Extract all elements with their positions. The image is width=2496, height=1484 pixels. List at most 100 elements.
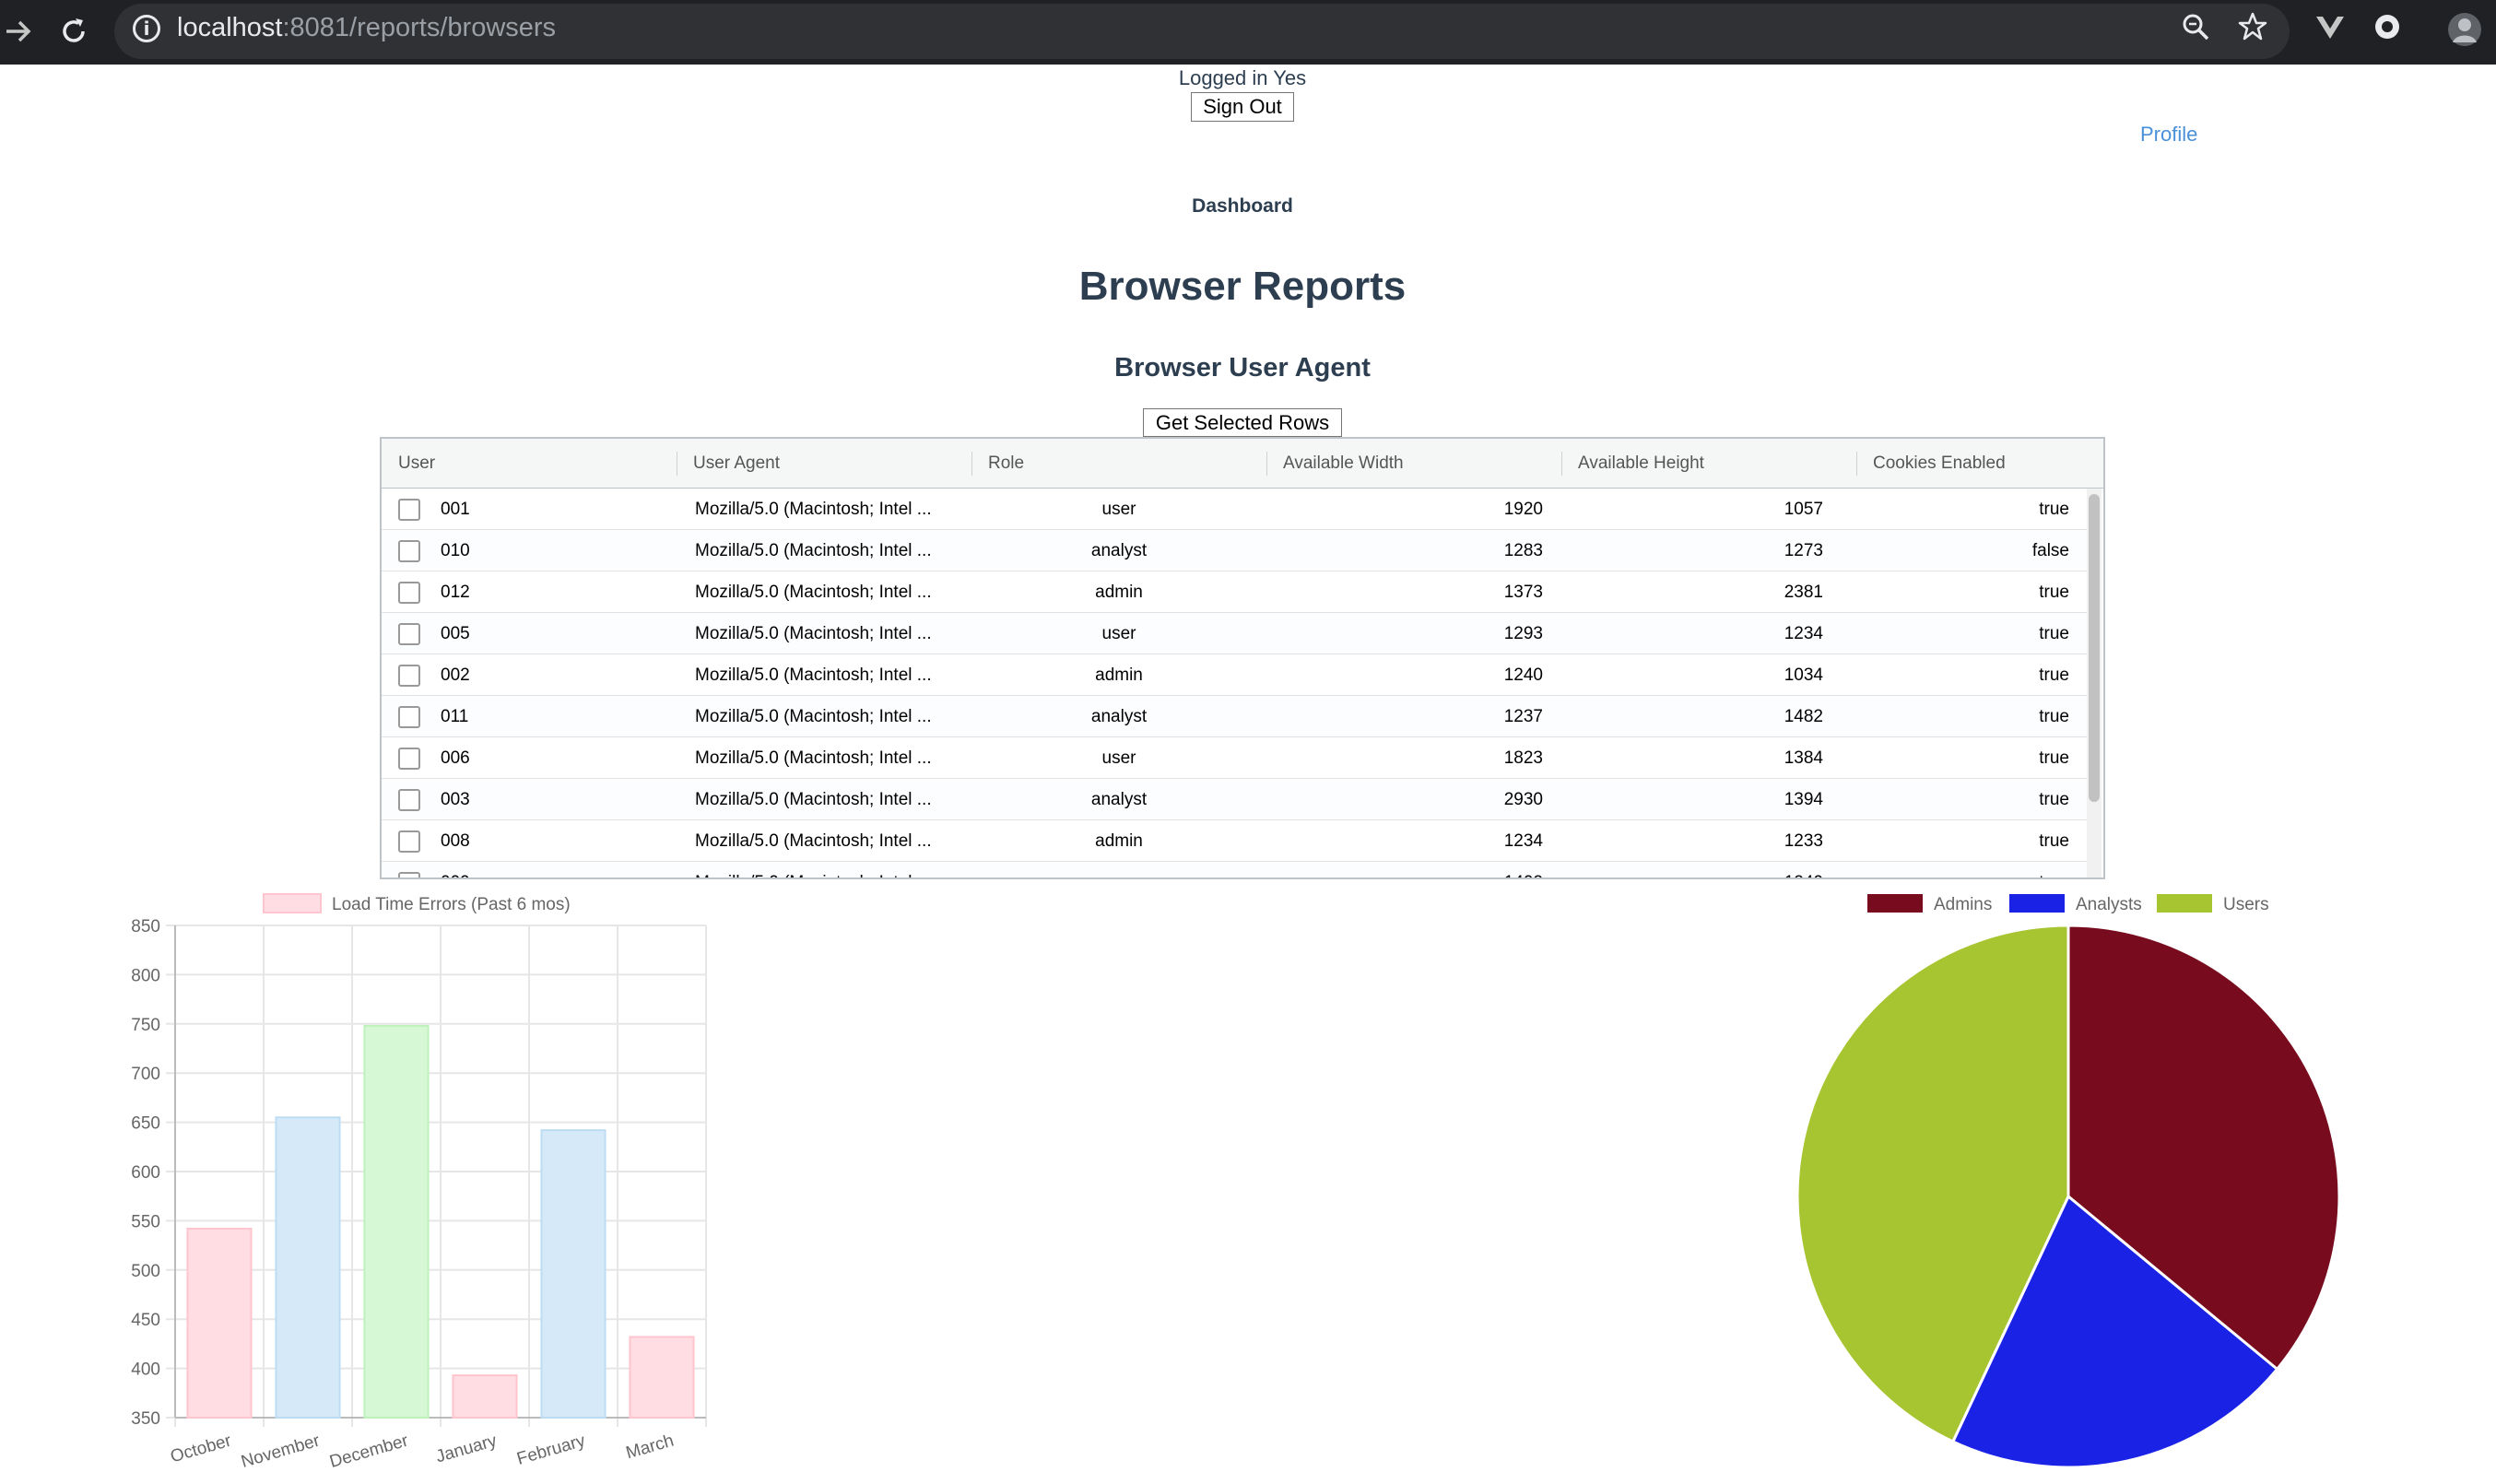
cell-cookies-enabled: true	[2039, 500, 2069, 519]
profile-link[interactable]: Profile	[2140, 123, 2197, 147]
y-tick-label: 550	[131, 1212, 160, 1231]
table-row[interactable]: 010 Mozilla/5.0 (Macintosh; Intel ... anal…	[382, 530, 2089, 571]
y-tick-label: 450	[131, 1311, 160, 1330]
y-tick-label: 750	[131, 1016, 160, 1035]
legend-label-analysts: Analysts	[2076, 895, 2142, 914]
cell-role: analyst	[1090, 541, 1148, 560]
cell-available-width: 1234	[1503, 831, 1543, 851]
profile-avatar-icon[interactable]	[2444, 11, 2485, 52]
cell-available-height: 1034	[1784, 665, 1823, 685]
reload-icon[interactable]	[55, 13, 92, 50]
url-text[interactable]: localhost:8081/reports/browsers	[177, 13, 556, 43]
site-info-icon[interactable]: i	[133, 15, 160, 42]
table-row[interactable]: 002 Mozilla/5.0 (Macintosh; Intel ... admi…	[382, 654, 2089, 696]
row-checkbox[interactable]	[398, 872, 420, 877]
cell-available-height: 1273	[1784, 541, 1823, 560]
legend-label-admins: Admins	[1934, 895, 1992, 914]
row-checkbox[interactable]	[398, 582, 420, 604]
table-row[interactable]: 005 Mozilla/5.0 (Macintosh; Intel ... user…	[382, 613, 2089, 654]
row-checkbox[interactable]	[398, 665, 420, 687]
y-tick-label: 850	[131, 917, 160, 936]
extension-icon[interactable]	[2369, 11, 2406, 52]
cell-user: 009	[441, 862, 625, 877]
row-checkbox[interactable]	[398, 623, 420, 645]
cell-available-height: 1384	[1784, 748, 1823, 768]
bar-december	[363, 1024, 430, 1419]
column-header-role[interactable]: Role	[971, 439, 1266, 489]
zoom-icon[interactable]	[2177, 11, 2214, 52]
row-checkbox[interactable]	[398, 540, 420, 562]
cell-available-width: 1240	[1503, 665, 1543, 685]
cell-available-height: 2381	[1784, 583, 1823, 602]
cell-cookies-enabled: true	[2039, 707, 2069, 726]
y-tick-label: 700	[131, 1065, 160, 1084]
get-selected-rows-button[interactable]: Get Selected Rows	[1143, 408, 1342, 437]
cell-user-agent: Mozilla/5.0 (Macintosh; Intel ...	[695, 665, 932, 685]
row-checkbox[interactable]	[398, 748, 420, 770]
table-row[interactable]: 001 Mozilla/5.0 (Macintosh; Intel ... user…	[382, 489, 2089, 530]
pie-chart-svg: Admins Analysts Users	[1795, 894, 2341, 1469]
sign-out-button[interactable]: Sign Out	[1191, 92, 1294, 122]
legend-swatch-users	[2157, 894, 2212, 913]
cell-user-agent: Mozilla/5.0 (Macintosh; Intel ...	[695, 748, 932, 768]
row-checkbox[interactable]	[398, 499, 420, 521]
column-header-available-width[interactable]: Available Width	[1266, 439, 1561, 489]
cell-available-width: 1823	[1503, 748, 1543, 768]
load-time-errors-chart: Load Time Errors (Past 6 mos) 350 400 450 50…	[111, 885, 719, 1475]
cell-available-height: 1057	[1784, 500, 1823, 519]
bookmark-star-icon[interactable]	[2234, 11, 2271, 52]
page-title: Browser Reports	[1078, 264, 1407, 309]
cell-user-agent: Mozilla/5.0 (Macintosh; Intel ...	[695, 583, 932, 602]
cell-available-height: 1233	[1784, 831, 1823, 851]
x-tick-label: January	[434, 1431, 500, 1466]
table-row[interactable]: 003 Mozilla/5.0 (Macintosh; Intel ... anal…	[382, 779, 2089, 820]
row-checkbox[interactable]	[398, 830, 420, 853]
cell-user-agent: Mozilla/5.0 (Macintosh; Intel ...	[695, 500, 932, 519]
y-tick-label: 650	[131, 1114, 160, 1134]
cell-user: 010	[441, 541, 470, 560]
vue-devtools-icon[interactable]	[2312, 11, 2349, 52]
cell-user: 002	[441, 665, 470, 685]
row-checkbox[interactable]	[398, 789, 420, 811]
column-header-user[interactable]: User	[382, 439, 677, 489]
cell-available-width: 1920	[1503, 500, 1543, 519]
cell-role: analyst	[1090, 707, 1148, 726]
cell-role: user	[1101, 748, 1136, 768]
table-row[interactable]: 011 Mozilla/5.0 (Macintosh; Intel ... anal…	[382, 696, 2089, 737]
cell-role: admin	[1095, 583, 1143, 602]
bar-chart-svg: Load Time Errors (Past 6 mos) 350 400 450 50…	[131, 893, 707, 1472]
row-checkbox[interactable]	[398, 706, 420, 728]
cell-available-width: 1237	[1503, 707, 1543, 726]
cell-available-width: 2930	[1503, 790, 1543, 809]
cell-user: 012	[441, 583, 470, 602]
cell-cookies-enabled: true	[2039, 790, 2069, 809]
column-header-user-agent[interactable]: User Agent	[677, 439, 971, 489]
table-row[interactable]: 008 Mozilla/5.0 (Macintosh; Intel ... admi…	[382, 820, 2089, 862]
grid-scrollbar-thumb[interactable]	[2089, 494, 2100, 802]
cell-available-width: 1373	[1503, 583, 1543, 602]
forward-arrow-icon[interactable]	[0, 13, 37, 50]
cell-role: admin	[1095, 665, 1143, 685]
legend-swatch-admins	[1867, 894, 1923, 913]
column-header-available-height[interactable]: Available Height	[1561, 439, 1856, 489]
bar-february	[540, 1129, 606, 1419]
cell-cookies-enabled: false	[2031, 541, 2069, 560]
y-tick-label: 600	[131, 1163, 160, 1183]
cell-user: 006	[441, 748, 470, 768]
column-header-cookies-enabled[interactable]: Cookies Enabled	[1856, 439, 2096, 489]
cell-role: user	[971, 862, 1266, 877]
grid-body: 001 Mozilla/5.0 (Macintosh; Intel ... user…	[382, 489, 2103, 877]
bar-march	[629, 1336, 695, 1419]
cell-available-width: 1293	[1503, 624, 1543, 643]
cell-role: admin	[1095, 831, 1143, 851]
cell-cookies-enabled: true	[2039, 583, 2069, 602]
table-row[interactable]: 009 Mozilla/5.0 (Macintosh; Intel ... user…	[382, 862, 2089, 877]
table-row[interactable]: 012 Mozilla/5.0 (Macintosh; Intel ... admi…	[382, 571, 2089, 613]
cell-available-height: 1394	[1784, 790, 1823, 809]
dashboard-link[interactable]: Dashboard	[0, 195, 2485, 218]
table-row[interactable]: 006 Mozilla/5.0 (Macintosh; Intel ... user…	[382, 737, 2089, 779]
x-tick-label: March	[624, 1431, 677, 1464]
cell-cookies-enabled: true	[1856, 862, 2069, 877]
cell-cookies-enabled: true	[2039, 624, 2069, 643]
y-tick-label: 350	[131, 1409, 160, 1429]
